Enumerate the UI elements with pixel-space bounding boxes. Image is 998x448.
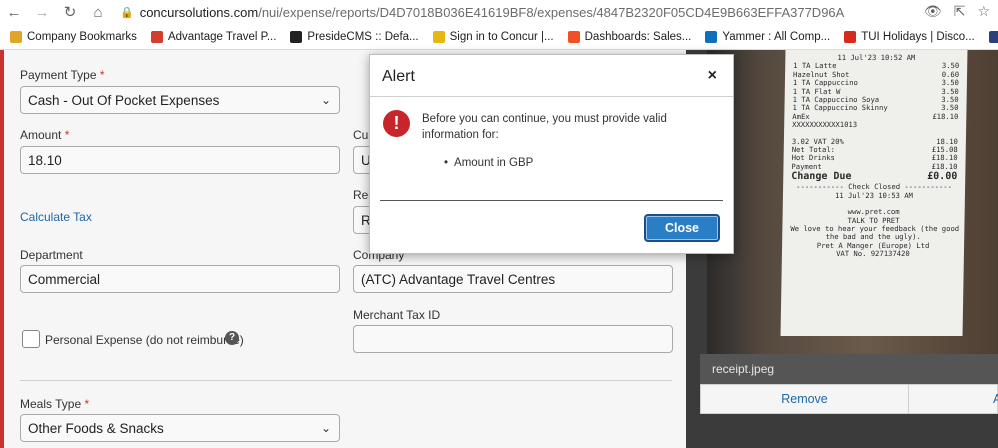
bookmark-item[interactable]: Dashboards: Sales... xyxy=(567,30,692,43)
bookmark-label: PresideCMS :: Defa... xyxy=(307,30,419,43)
payment-type-select[interactable]: Cash - Out Of Pocket Expenses ⌄ xyxy=(20,86,340,114)
bookmark-label: TUI Holidays | Disco... xyxy=(861,30,975,43)
microsoft-logo-icon xyxy=(567,30,580,43)
required-mark: * xyxy=(64,128,70,142)
receipt-line-item: Payment xyxy=(791,161,822,171)
merchant-tax-id-input[interactable] xyxy=(353,325,673,353)
lock-icon: 🔒 xyxy=(120,6,134,19)
alert-items-list: Amount in GBP xyxy=(444,157,533,169)
arrow-logo-icon xyxy=(150,30,163,43)
url-path: /nui/expense/reports/D4D7018B036E41619BF… xyxy=(258,4,845,20)
amount-input[interactable]: 18.10 xyxy=(20,146,340,174)
receipt-line: VAT No. 927137420 xyxy=(836,249,910,259)
globe-icon xyxy=(988,30,998,43)
receipt-line: Payment £18.10 xyxy=(791,161,958,171)
bookmark-item[interactable]: Jetset Flights - Indi... xyxy=(988,30,998,43)
browser-address-bar: ← → ↻ ⌂ 🔒 concursolutions.com /nui/expen… xyxy=(0,0,998,24)
alert-dialog-title: Alert xyxy=(382,68,415,85)
bookmark-item[interactable]: Company Bookmarks xyxy=(10,30,137,43)
folder-icon xyxy=(10,30,22,43)
bookmark-label: Sign in to Concur |... xyxy=(449,30,554,43)
department-label: Department xyxy=(20,248,83,262)
receipt-actions: Remove A xyxy=(700,384,998,414)
chevron-down-icon: ⌄ xyxy=(320,421,331,435)
bookmark-item[interactable]: Sign in to Concur |... xyxy=(432,30,554,43)
receipt-line: 11 Jul'23 10:53 AM xyxy=(834,190,913,200)
home-icon[interactable]: ⌂ xyxy=(84,4,112,21)
bookmark-label: Yammer : All Comp... xyxy=(722,30,831,43)
receipt-line-item: XXXXXXXXXXX1013 xyxy=(792,120,858,130)
url-host: concursolutions.com xyxy=(139,4,259,20)
share-icon[interactable]: ⇱ xyxy=(954,3,966,20)
receipt-line-amount: £18.10 xyxy=(931,161,958,171)
preside-logo-icon xyxy=(290,30,303,43)
forward-arrow-icon[interactable]: → xyxy=(28,4,56,21)
meals-type-label: Meals Type * xyxy=(20,397,89,411)
alert-dialog-header: Alert × xyxy=(370,55,733,97)
form-divider xyxy=(20,380,672,381)
receipt-paper: 11 Jul'23 10:52 AM 1 TA Latte 3.50 Hazelnu… xyxy=(780,50,968,336)
bookmark-item[interactable]: Yammer : All Comp... xyxy=(705,30,831,43)
receipt-panel: 11 Jul'23 10:52 AM 1 TA Latte 3.50 Hazelnu… xyxy=(700,50,998,448)
remove-receipt-button[interactable]: Remove xyxy=(701,385,909,413)
url-field[interactable]: 🔒 concursolutions.com /nui/expense/repor… xyxy=(120,5,844,20)
reload-icon[interactable]: ↻ xyxy=(56,3,84,21)
company-input[interactable]: (ATC) Advantage Travel Centres xyxy=(353,265,673,293)
bookmark-label: Company Bookmarks xyxy=(27,30,137,43)
receipt-image[interactable]: 11 Jul'23 10:52 AM 1 TA Latte 3.50 Hazelnu… xyxy=(707,50,998,354)
receipt-line-amount: £18.10 xyxy=(932,111,959,121)
alert-message: Before you can continue, you must provid… xyxy=(422,113,667,141)
alert-divider xyxy=(380,200,723,201)
receipt-line: XXXXXXXXXXX1013 xyxy=(792,120,958,130)
personal-expense-label: Personal Expense (do not reimburse) xyxy=(45,333,244,347)
currency-label: Cu xyxy=(353,128,369,142)
payment-type-label-text: Payment Type xyxy=(20,68,97,82)
alert-dialog: Alert × ! Before you can continue, you m… xyxy=(369,54,734,254)
meals-type-select[interactable]: Other Foods & Snacks ⌄ xyxy=(20,414,340,442)
personal-expense-checkbox[interactable] xyxy=(22,330,40,348)
bookmark-item[interactable]: TUI Holidays | Disco... xyxy=(844,30,975,43)
merchant-tax-id-label: Merchant Tax ID xyxy=(353,308,441,322)
required-mark: * xyxy=(84,397,90,411)
required-mark: * xyxy=(99,68,105,82)
tui-logo-icon xyxy=(844,30,857,43)
yammer-logo-icon xyxy=(705,30,718,43)
calculate-tax-link[interactable]: Calculate Tax xyxy=(20,210,92,224)
close-icon[interactable]: × xyxy=(708,67,717,85)
bookmark-item[interactable]: PresideCMS :: Defa... xyxy=(290,30,419,43)
close-button[interactable]: Close xyxy=(644,214,720,242)
amount-label: Amount * xyxy=(20,128,69,142)
help-icon[interactable]: ? xyxy=(225,331,239,345)
concur-logo-icon xyxy=(432,30,445,43)
bookmark-label: Advantage Travel P... xyxy=(167,30,277,43)
payment-type-value: Cash - Out Of Pocket Expenses xyxy=(28,93,220,108)
tracking-blocked-icon[interactable]: 👁 xyxy=(924,3,942,20)
amount-label-text: Amount xyxy=(20,128,62,142)
receipt-filename: receipt.jpeg xyxy=(700,354,998,384)
receipt-secondary-button[interactable]: A xyxy=(909,385,998,413)
bookmarks-bar: Company Bookmarks Advantage Travel P... Pr… xyxy=(0,24,998,50)
bookmark-label: Dashboards: Sales... xyxy=(584,30,692,43)
chevron-down-icon: ⌄ xyxy=(320,93,331,107)
department-input[interactable]: Commercial xyxy=(20,265,340,293)
bookmark-item[interactable]: Advantage Travel P... xyxy=(150,30,277,43)
alert-item: Amount in GBP xyxy=(444,157,533,169)
bookmark-star-icon[interactable]: ☆ xyxy=(977,3,990,20)
meals-type-value: Other Foods & Snacks xyxy=(28,421,164,436)
back-arrow-icon[interactable]: ← xyxy=(0,4,28,21)
meals-type-label-text: Meals Type xyxy=(20,397,82,411)
payment-type-label: Payment Type * xyxy=(20,68,105,82)
error-icon: ! xyxy=(383,110,410,137)
